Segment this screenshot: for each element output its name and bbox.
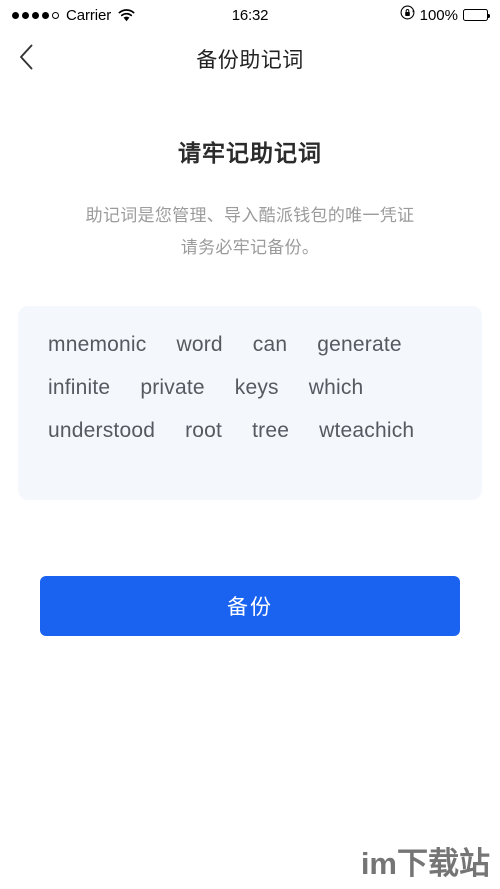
mnemonic-word: private xyxy=(140,376,205,399)
mnemonic-word: can xyxy=(252,333,288,356)
signal-dot-filled xyxy=(42,11,49,19)
status-bar: Carrier 16:32 100% xyxy=(0,0,500,30)
headline: 请牢记助记词 xyxy=(178,140,322,166)
site-watermark: im下载站 xyxy=(360,846,490,881)
navigation-bar: 备份助记词 xyxy=(0,30,500,88)
battery-icon xyxy=(463,9,491,21)
mnemonic-word: root xyxy=(185,419,223,442)
back-button[interactable] xyxy=(8,41,44,77)
page-title: 备份助记词 xyxy=(196,49,304,72)
mnemonic-word-list: mnemonic word can generate infinite private ke… xyxy=(48,328,452,447)
mnemonic-word: generate xyxy=(317,333,402,356)
carrier-label: Carrier xyxy=(66,6,112,24)
mnemonic-word: mnemonic xyxy=(48,333,147,356)
signal-strength-dots xyxy=(12,11,59,19)
subtitle-line-1: 助记词是您管理、导入酷派钱包的唯一凭证 xyxy=(85,206,415,225)
mnemonic-word: which xyxy=(308,376,364,399)
mnemonic-word: understood xyxy=(48,419,156,442)
mnemonic-word: infinite xyxy=(48,376,111,399)
backup-button-container: 备份 xyxy=(18,576,482,636)
chevron-left-icon xyxy=(19,44,34,75)
mnemonic-phrase-box: mnemonic word can generate infinite private ke… xyxy=(18,306,482,500)
subtitle-line-2: 请务必牢记备份。 xyxy=(180,238,320,257)
main-content: 请牢记助记词 助记词是您管理、导入酷派钱包的唯一凭证 请务必牢记备份。 mnem… xyxy=(0,134,500,636)
signal-dot-filled xyxy=(32,11,39,19)
mnemonic-word: keys xyxy=(234,376,279,399)
mnemonic-word: word xyxy=(176,333,223,356)
wifi-icon xyxy=(118,8,135,22)
signal-dot-filled xyxy=(12,11,19,19)
signal-dot-filled xyxy=(22,11,29,19)
signal-dot-empty xyxy=(52,11,59,19)
rotation-lock-icon xyxy=(400,5,415,25)
backup-button[interactable]: 备份 xyxy=(40,576,460,636)
battery-percent-label: 100% xyxy=(419,6,458,24)
status-bar-left: Carrier xyxy=(12,7,135,24)
mnemonic-word: wteachich xyxy=(319,419,415,442)
status-bar-right: 100% xyxy=(400,5,491,25)
subtitle-block: 助记词是您管理、导入酷派钱包的唯一凭证 请务必牢记备份。 xyxy=(18,200,482,264)
mnemonic-word: tree xyxy=(252,419,290,442)
